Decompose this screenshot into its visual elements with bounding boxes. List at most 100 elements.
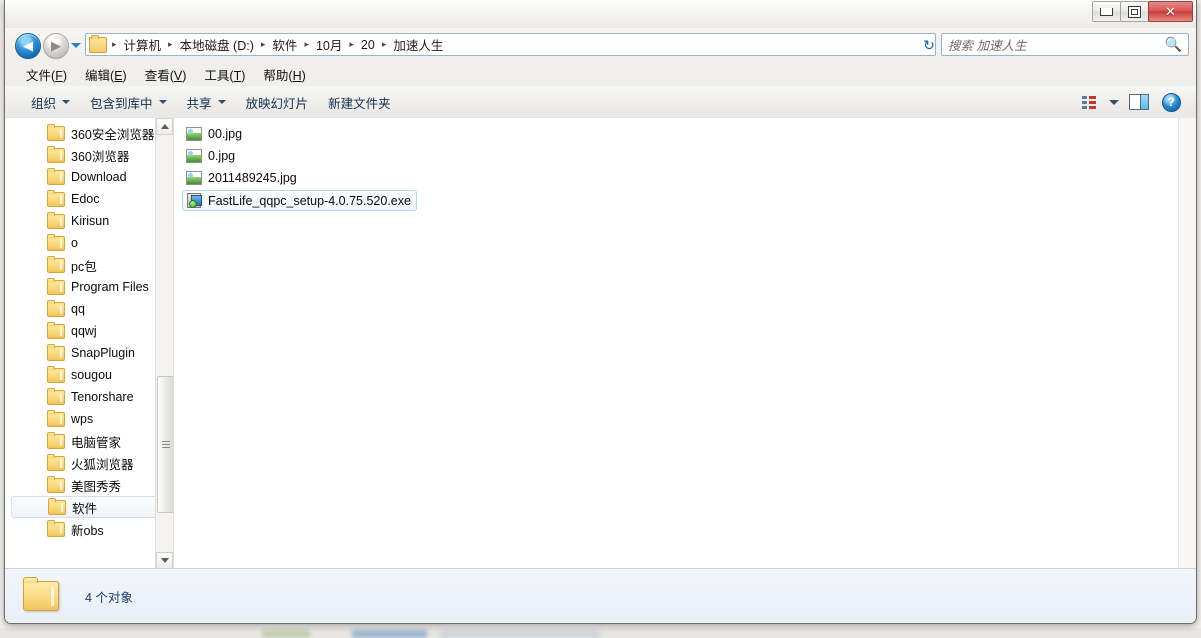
tree-item-qqwj[interactable]: qqwj bbox=[5, 320, 173, 342]
tree-item-program-files[interactable]: Program Files bbox=[5, 276, 173, 298]
menu-tools-accel: T bbox=[233, 68, 242, 83]
breadcrumb-separator: ▸ bbox=[168, 39, 173, 49]
folder-icon bbox=[47, 453, 65, 471]
folder-icon bbox=[47, 387, 65, 405]
tree-item-software[interactable]: 软件 bbox=[11, 496, 167, 518]
breadcrumb-item-current[interactable]: 加速人生 bbox=[389, 33, 447, 56]
tree-item-label: Kirisun bbox=[71, 214, 110, 228]
toolbar-share-label: 共享 bbox=[186, 96, 212, 111]
file-item-0-jpg[interactable]: 0.jpg bbox=[182, 146, 241, 166]
menu-view-accel: V bbox=[173, 68, 183, 83]
scroll-down-button[interactable] bbox=[156, 552, 173, 569]
preview-pane-icon bbox=[1129, 94, 1149, 110]
help-button[interactable]: ? bbox=[1156, 90, 1186, 114]
recent-locations-button[interactable] bbox=[71, 43, 81, 48]
screen: ✕ ◀ ▶ ▸ 计算机 ▸ 本地磁盘 (D:) ▸ 软件 ▸ 10月 ▸ 20 … bbox=[0, 0, 1201, 638]
breadcrumb[interactable]: ▸ 计算机 ▸ 本地磁盘 (D:) ▸ 软件 ▸ 10月 ▸ 20 ▸ 加速人生 bbox=[85, 33, 936, 56]
menu-file[interactable]: 文件(F) bbox=[17, 62, 76, 87]
menu-tools[interactable]: 工具(T) bbox=[195, 62, 254, 87]
folder-icon bbox=[47, 409, 65, 427]
image-file-icon bbox=[186, 127, 202, 141]
folder-icon bbox=[47, 343, 65, 361]
folder-icon bbox=[47, 431, 65, 449]
folder-icon bbox=[47, 167, 65, 185]
minimize-icon bbox=[1100, 7, 1113, 16]
folder-icon bbox=[47, 321, 65, 339]
view-dropdown-button[interactable] bbox=[1106, 90, 1122, 114]
tree-item-computer-manager[interactable]: 电脑管家 bbox=[5, 430, 173, 452]
tree-item-qq[interactable]: qq bbox=[5, 298, 173, 320]
tree-item-360-browser[interactable]: 360浏览器 bbox=[5, 144, 173, 166]
folder-icon bbox=[47, 233, 65, 251]
toolbar-slideshow-button[interactable]: 放映幻灯片 bbox=[236, 88, 319, 117]
chevron-down-icon bbox=[160, 558, 169, 563]
toolbar-organize-button[interactable]: 组织 bbox=[21, 88, 80, 117]
back-button[interactable]: ◀ bbox=[15, 33, 41, 59]
file-item-fastlife-setup-exe[interactable]: FastLife_qqpc_setup-4.0.75.520.exe bbox=[182, 190, 417, 211]
tree-item-pcbao[interactable]: pc包 bbox=[5, 254, 173, 276]
tree-item-new-obs[interactable]: 新obs bbox=[5, 518, 173, 540]
chevron-down-icon bbox=[158, 100, 167, 104]
tree-item-firefox[interactable]: 火狐浏览器 bbox=[5, 452, 173, 474]
maximize-icon bbox=[1128, 5, 1141, 18]
breadcrumb-item-computer[interactable]: 计算机 bbox=[120, 33, 166, 56]
tree-item-label: sougou bbox=[71, 368, 113, 382]
breadcrumb-item-drive-d[interactable]: 本地磁盘 (D:) bbox=[176, 33, 258, 56]
menu-help-label: 帮助 bbox=[263, 68, 289, 83]
tree-item-download[interactable]: Download bbox=[5, 166, 173, 188]
tree-item-o[interactable]: o bbox=[5, 232, 173, 254]
preview-pane-button[interactable] bbox=[1124, 90, 1154, 114]
tree-item-kirisun[interactable]: Kirisun bbox=[5, 210, 173, 232]
main-content: 360安全浏览器 360浏览器 Download Edoc Kirisun o … bbox=[5, 118, 1196, 569]
tree-item-label: Tenorshare bbox=[71, 390, 134, 404]
change-view-button[interactable] bbox=[1074, 90, 1104, 114]
navigation-pane-scrollbar[interactable] bbox=[155, 118, 173, 569]
background-taskbar-item-3 bbox=[440, 630, 600, 638]
chevron-up-icon bbox=[160, 124, 169, 129]
tree-item-label: qqwj bbox=[71, 324, 97, 338]
image-file-icon bbox=[186, 149, 202, 163]
file-item-00-jpg[interactable]: 00.jpg bbox=[182, 124, 248, 144]
forward-button[interactable]: ▶ bbox=[43, 33, 69, 59]
tree-item-label: 美图秀秀 bbox=[71, 479, 122, 494]
breadcrumb-item-october[interactable]: 10月 bbox=[312, 33, 346, 56]
tree-item-tenorshare[interactable]: Tenorshare bbox=[5, 386, 173, 408]
chevron-down-icon bbox=[1109, 99, 1119, 105]
tree-item-label: Edoc bbox=[71, 192, 100, 206]
tree-item-sougou[interactable]: sougou bbox=[5, 364, 173, 386]
maximize-button[interactable] bbox=[1120, 1, 1149, 22]
tree-item-wps[interactable]: wps bbox=[5, 408, 173, 430]
toolbar-organize-label: 组织 bbox=[31, 96, 57, 111]
tree-item-label: wps bbox=[71, 412, 94, 426]
scrollbar-thumb[interactable] bbox=[157, 376, 173, 513]
tree-item-snapplugin[interactable]: SnapPlugin bbox=[5, 342, 173, 364]
file-item-2011489245-jpg[interactable]: 2011489245.jpg bbox=[182, 168, 303, 188]
tree-item-label: 新obs bbox=[71, 523, 104, 538]
close-button[interactable]: ✕ bbox=[1148, 1, 1193, 22]
scroll-up-button[interactable] bbox=[156, 118, 173, 135]
breadcrumb-item-20[interactable]: 20 bbox=[357, 36, 379, 54]
folder-tree: 360安全浏览器 360浏览器 Download Edoc Kirisun o … bbox=[5, 118, 173, 540]
tree-item-meitu[interactable]: 美图秀秀 bbox=[5, 474, 173, 496]
menu-view[interactable]: 查看(V) bbox=[136, 62, 196, 87]
toolbar-right-group: ? bbox=[1074, 90, 1196, 114]
file-list[interactable]: 00.jpg 0.jpg 2011489245.jpg FastLife_qqp… bbox=[174, 118, 1196, 569]
breadcrumb-item-software[interactable]: 软件 bbox=[268, 33, 301, 56]
toolbar-share-button[interactable]: 共享 bbox=[177, 88, 236, 117]
search-input[interactable]: 搜索 加速人生 🔍 bbox=[941, 33, 1189, 56]
minimize-button[interactable] bbox=[1092, 1, 1121, 22]
toolbar-include-in-library-button[interactable]: 包含到库中 bbox=[80, 88, 177, 117]
background-taskbar-item-2 bbox=[352, 630, 427, 638]
tree-item-edoc[interactable]: Edoc bbox=[5, 188, 173, 210]
refresh-button[interactable]: ↻ bbox=[920, 37, 938, 53]
menu-help[interactable]: 帮助(H) bbox=[254, 62, 314, 87]
file-name: 0.jpg bbox=[208, 149, 236, 163]
menu-edit[interactable]: 编辑(E) bbox=[76, 62, 136, 87]
tree-item-360safe-browser[interactable]: 360安全浏览器 bbox=[5, 122, 173, 144]
file-list-scrollbar[interactable] bbox=[1178, 118, 1196, 569]
tree-item-label: qq bbox=[71, 302, 85, 316]
refresh-icon: ↻ bbox=[923, 36, 935, 53]
toolbar-new-folder-button[interactable]: 新建文件夹 bbox=[318, 88, 401, 117]
background-taskbar-strip bbox=[0, 628, 1201, 638]
menu-bar: 文件(F) 编辑(E) 查看(V) 工具(T) 帮助(H) bbox=[5, 62, 1196, 87]
